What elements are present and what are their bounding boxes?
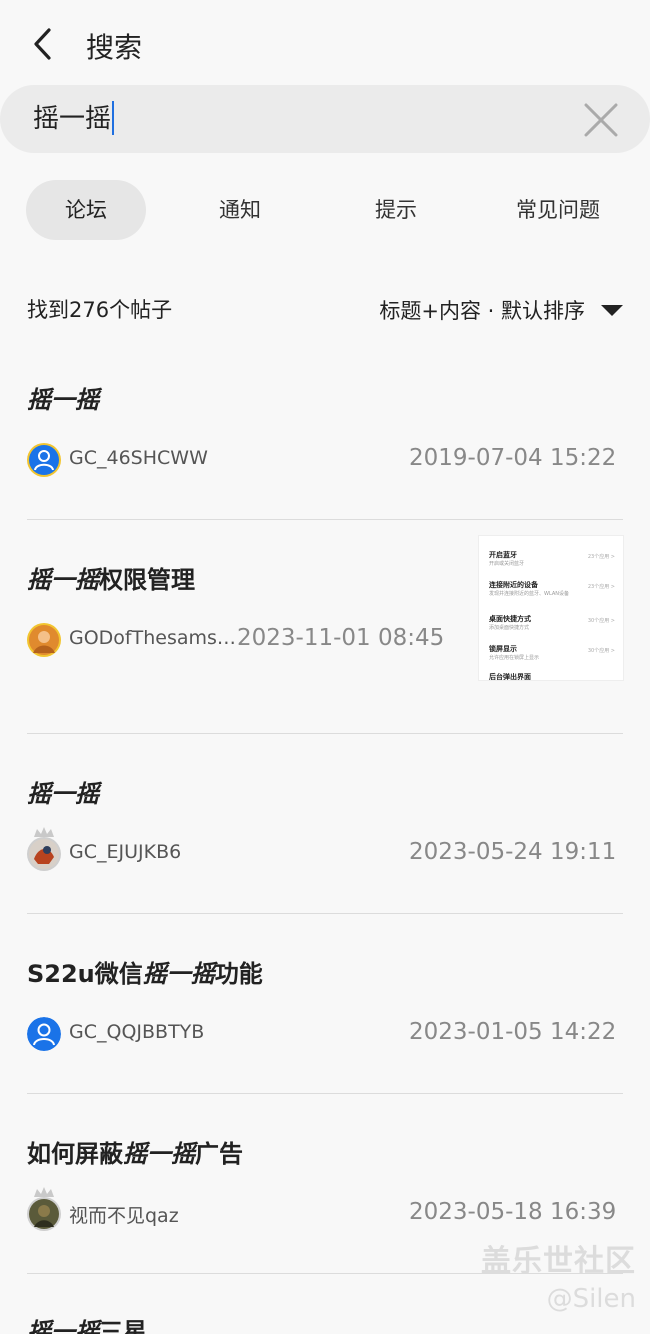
text-caret [112,101,114,135]
category-tabs: 论坛 通知 提示 常见问题 [0,180,650,240]
avatar[interactable] [27,623,61,657]
clear-search-button[interactable] [582,101,620,139]
tab-faq[interactable]: 常见问题 [500,180,616,240]
watermark-title: 盖乐世社区 [481,1244,636,1279]
post-author[interactable]: GC_EJUJKB6 [69,841,181,863]
user-icon [29,445,59,475]
post-author[interactable]: GC_46SHCWW [69,447,208,469]
post-title: 摇一摇权限管理 [27,566,195,594]
watermark-handle: @Silen [546,1284,636,1314]
user-icon [27,1017,61,1051]
post-author[interactable]: 视而不见qaz [69,1201,179,1228]
highlight-keyword: 摇一摇 [123,1140,195,1168]
post-meta: GC_EJUJKB6 2023-05-24 19:11 [27,827,623,873]
avatar[interactable] [27,1197,61,1231]
sort-dropdown[interactable]: 标题+内容 · 默认排序 [379,290,623,330]
post-meta: GC_46SHCWW 2019-07-04 15:22 [27,443,623,479]
divider [27,519,623,520]
post-title: 摇一摇 [27,380,99,415]
post-date: 2023-05-24 19:11 [409,839,617,865]
post-meta: GC_QQJBBTYB 2023-01-05 14:22 [27,1017,623,1053]
thumbnail-row: 开启蓝牙 开启或关闭蓝牙 23个应用 > [489,551,615,567]
avatar-image-icon [29,1199,59,1229]
post-title: 摇一摇三星 [27,1312,147,1334]
result-count: 找到276个帖子 [27,298,173,322]
post-author[interactable]: GODofThesams… [69,627,236,649]
search-bar[interactable]: 摇一摇 [0,85,650,153]
search-input[interactable]: 摇一摇 [33,101,111,137]
highlight-keyword: 摇一摇 [27,1318,99,1334]
post-title: 摇一摇 [27,774,99,809]
post-title: S22u微信摇一摇功能 [27,960,263,988]
post-date: 2019-07-04 15:22 [409,445,617,471]
divider [27,733,623,734]
highlight-keyword: 摇一摇 [142,960,215,988]
thumbnail-row: 后台弹出界面 [489,673,531,681]
header-bar: 搜索 [0,0,650,88]
crown-icon [34,1187,54,1197]
chevron-left-icon [34,28,51,60]
highlight-keyword: 摇一摇 [27,780,99,808]
thumbnail-row: 锁屏显示 允许应用在锁屏上显示 30个应用 > [489,645,615,661]
avatar[interactable] [27,837,61,871]
post-date: 2023-11-01 08:45 [237,625,445,651]
crown-icon [34,827,54,837]
avatar[interactable] [27,1017,61,1051]
avatar-image-icon [29,625,59,655]
highlight-keyword: 摇一摇 [27,566,99,594]
post-date: 2023-01-05 14:22 [409,1019,617,1045]
post-date: 2023-05-18 16:39 [409,1199,617,1225]
dropdown-arrow-icon [601,304,623,316]
post-meta: 视而不见qaz 2023-05-18 16:39 [27,1187,623,1233]
highlight-keyword: 摇一摇 [27,386,99,414]
divider [27,913,623,914]
tab-forum[interactable]: 论坛 [26,180,146,240]
tab-notifications[interactable]: 通知 [190,180,290,240]
thumbnail-row: 桌面快捷方式 添加桌面快捷方式 30个应用 > [489,615,615,631]
close-icon [584,103,618,137]
back-button[interactable] [22,22,66,66]
post-title: 如何屏蔽摇一摇广告 [27,1140,243,1168]
post-thumbnail[interactable]: 开启蓝牙 开启或关闭蓝牙 23个应用 > 连接附近的设备 发现并连接附近的蓝牙、… [478,535,624,681]
tab-tips[interactable]: 提示 [346,180,446,240]
avatar[interactable] [27,443,61,477]
sort-label: 标题+内容 · 默认排序 [379,299,585,323]
avatar-image-icon [29,839,59,869]
post-author[interactable]: GC_QQJBBTYB [69,1021,204,1043]
page-title: 搜索 [86,31,143,64]
divider [27,1093,623,1094]
thumbnail-row: 连接附近的设备 发现并连接附近的蓝牙、WLAN设备 23个应用 > [489,581,615,597]
results-bar: 找到276个帖子 标题+内容 · 默认排序 [27,290,623,330]
search-page: 搜索 摇一摇 论坛 通知 提示 常见问题 找到276个帖子 标题+内容 · 默认… [0,0,650,1334]
